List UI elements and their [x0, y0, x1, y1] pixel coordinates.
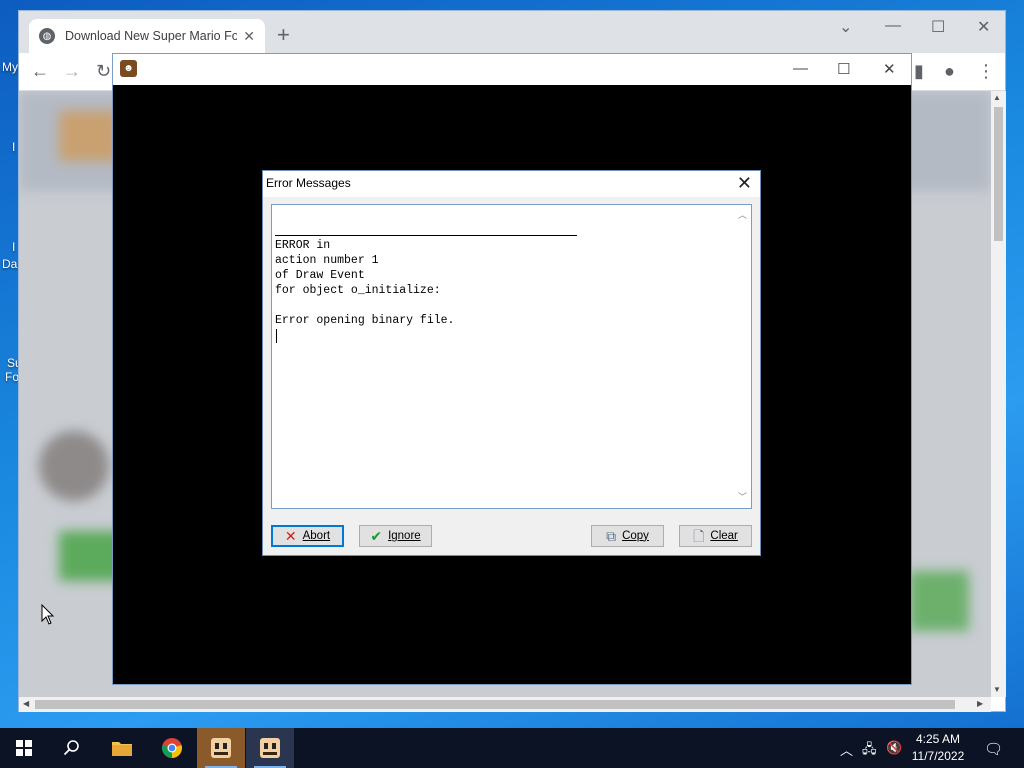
checkmark-icon: ✔ [370, 528, 383, 544]
mario-game-window-button[interactable] [246, 728, 294, 768]
system-clock[interactable]: 4:25 AM 11/7/2022 [905, 731, 971, 765]
copy-label: Copy [622, 530, 649, 542]
blurred-logo [59, 111, 119, 161]
mario-icon: ☻ [120, 60, 137, 77]
blurred-green-block [909, 571, 969, 631]
maximize-button[interactable]: ☐ [837, 60, 850, 78]
clear-button[interactable]: 🗋 Clear [679, 525, 752, 547]
volume-muted-icon[interactable]: 🔇 [886, 740, 902, 756]
side-panel-icon[interactable]: ▮ [914, 62, 924, 80]
error-dialog: Error Messages ✕ ERROR in action number … [262, 170, 761, 556]
windows-icon [16, 740, 32, 756]
textbox-scrollbar[interactable]: ︿ ﹀ [734, 205, 751, 508]
error-message-textbox[interactable]: ERROR in action number 1 of Draw Event f… [271, 204, 752, 509]
tab-title: Download New Super Mario Fore [65, 29, 238, 43]
reload-icon[interactable]: ↻ [96, 62, 111, 80]
tab-strip: ◍ Download New Super Mario Fore ✕ + ⌄ — … [19, 11, 1005, 53]
mario-face-icon [260, 738, 280, 758]
new-tab-button[interactable]: + [277, 24, 290, 46]
clock-time: 4:25 AM [915, 732, 961, 746]
browser-tab[interactable]: ◍ Download New Super Mario Fore ✕ [29, 19, 265, 53]
chevron-up-icon[interactable]: ︿ [840, 740, 853, 759]
globe-icon: ◍ [39, 28, 55, 44]
abort-button[interactable]: ✕ Abort [271, 525, 344, 547]
ignore-label: Ignore [388, 530, 421, 542]
error-line: for object o_initialize: [275, 284, 441, 297]
game-titlebar[interactable]: ☻ — ☐ ✕ [113, 54, 911, 85]
error-line: of Draw Event [275, 269, 365, 282]
minimize-button[interactable]: — [793, 60, 808, 77]
file-explorer-button[interactable] [98, 728, 146, 768]
tab-close-icon[interactable]: ✕ [243, 28, 255, 45]
profile-icon[interactable]: ● [944, 62, 955, 80]
mouse-pointer-icon [41, 604, 55, 625]
close-button[interactable]: ✕ [883, 60, 896, 78]
dialog-title: Error Messages [266, 176, 351, 190]
forward-icon[interactable]: → [63, 62, 81, 80]
search-icon [63, 740, 79, 756]
blank-page-icon: 🗋 [693, 528, 705, 544]
error-message-lines: ERROR in action number 1 of Draw Event f… [275, 238, 454, 328]
mario-face-icon [211, 738, 231, 758]
scroll-up-icon[interactable]: ▲ [993, 93, 1001, 102]
scroll-thumb[interactable] [35, 700, 955, 709]
separator-line [275, 235, 577, 236]
tab-search-icon[interactable]: ⌄ [839, 17, 852, 37]
clock-date: 11/7/2022 [911, 749, 965, 763]
x-icon: ✕ [284, 528, 297, 544]
ignore-button[interactable]: ✔ Ignore [359, 525, 432, 547]
scroll-left-icon[interactable]: ◀ [23, 699, 29, 708]
scroll-down-icon[interactable]: ﹀ [738, 490, 747, 503]
notification-icon[interactable]: 🗨 [984, 740, 1003, 758]
error-line: action number 1 [275, 254, 379, 267]
error-line: Error opening binary file. [275, 314, 455, 327]
copy-button[interactable]: ⧉ Copy [591, 525, 664, 547]
error-line: ERROR in [275, 239, 331, 252]
scroll-right-icon[interactable]: ▶ [977, 699, 983, 708]
abort-label: Abort [302, 530, 331, 542]
scroll-up-icon[interactable]: ︿ [738, 208, 747, 221]
blurred-avatar [39, 431, 109, 501]
clear-label: Clear [710, 530, 738, 542]
error-line [275, 298, 454, 313]
search-button[interactable] [48, 728, 96, 768]
scroll-thumb[interactable] [994, 107, 1003, 241]
folder-icon [112, 742, 132, 756]
maximize-button[interactable]: ☐ [931, 17, 945, 37]
back-icon[interactable]: ← [31, 62, 49, 80]
vertical-scrollbar[interactable]: ▲ ▼ [991, 91, 1006, 697]
close-icon[interactable]: ✕ [737, 173, 752, 194]
taskbar: ︿ 🖧 🔇 4:25 AM 11/7/2022 🗨 [0, 728, 1024, 768]
start-button[interactable] [0, 728, 48, 768]
dialog-titlebar[interactable]: Error Messages ✕ [263, 171, 760, 197]
chrome-icon [162, 738, 182, 758]
minimize-button[interactable]: — [885, 17, 901, 35]
menu-icon[interactable]: ⋮ [977, 62, 995, 80]
mario-game-launcher-button[interactable] [197, 728, 245, 768]
chrome-button[interactable] [148, 728, 196, 768]
copy-icon: ⧉ [606, 528, 617, 544]
close-button[interactable]: ✕ [977, 17, 990, 37]
horizontal-scrollbar[interactable]: ◀ ▶ [19, 697, 991, 712]
scroll-down-icon[interactable]: ▼ [993, 685, 1001, 694]
network-icon[interactable]: 🖧 [862, 740, 877, 762]
text-caret [276, 329, 277, 343]
